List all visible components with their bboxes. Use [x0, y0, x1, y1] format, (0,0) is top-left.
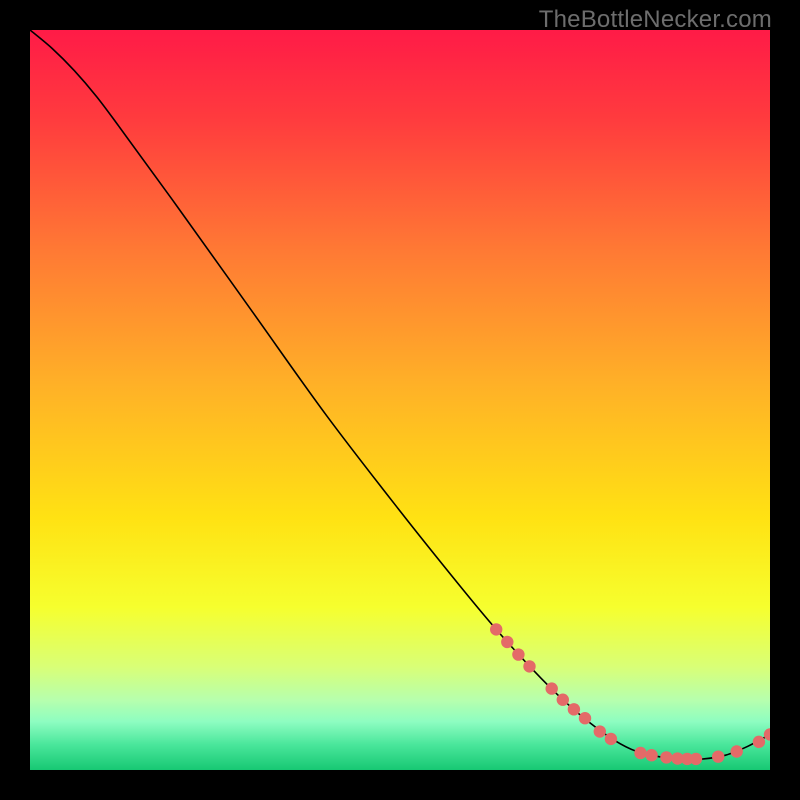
- data-marker: [690, 753, 702, 765]
- data-marker: [501, 636, 513, 648]
- data-marker: [634, 747, 646, 759]
- data-marker: [579, 712, 591, 724]
- data-marker: [731, 745, 743, 757]
- data-marker: [753, 736, 765, 748]
- data-marker: [605, 733, 617, 745]
- data-marker: [660, 751, 672, 763]
- data-marker: [512, 648, 524, 660]
- data-marker: [546, 682, 558, 694]
- data-marker: [594, 725, 606, 737]
- chart-svg: [30, 30, 770, 770]
- data-marker: [712, 750, 724, 762]
- data-marker: [490, 623, 502, 635]
- data-marker: [568, 703, 580, 715]
- plot-area: [30, 30, 770, 770]
- data-marker: [645, 749, 657, 761]
- data-marker: [557, 694, 569, 706]
- gradient-background: [30, 30, 770, 770]
- data-marker: [523, 660, 535, 672]
- chart-stage: TheBottleNecker.com: [0, 0, 800, 800]
